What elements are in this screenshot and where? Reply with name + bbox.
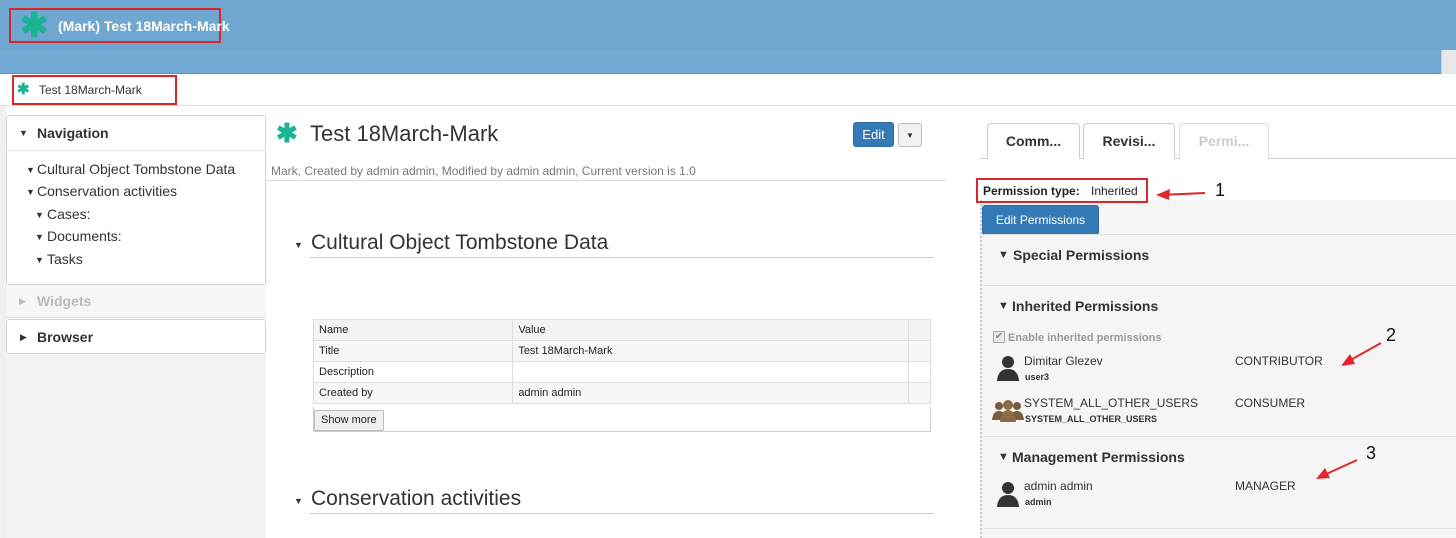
grid-header-value: Value — [512, 319, 909, 341]
permission-role: CONSUMER — [1235, 396, 1306, 410]
properties-grid: Name Value Title Test 18March-Mark Descr… — [312, 319, 932, 404]
app-toolbar-strip — [0, 50, 1456, 74]
caret-down-icon: ▼ — [35, 232, 44, 242]
grid-cell: Created by — [312, 382, 514, 404]
breadcrumb-object-icon: ✱ — [17, 81, 30, 98]
section-title-conservation: Conservation activities — [311, 487, 522, 510]
tab-comments[interactable]: Comm... — [987, 123, 1080, 159]
caret-down-icon[interactable]: ▼ — [294, 496, 303, 506]
section-divider — [984, 285, 1456, 286]
caret-down-icon: ▼ — [19, 128, 28, 138]
navigation-title: Navigation — [37, 125, 109, 141]
browser-title: Browser — [37, 329, 94, 345]
table-row[interactable]: Created by admin admin — [312, 382, 932, 404]
annotation-number-1: 1 — [1215, 180, 1226, 200]
grid-cell — [907, 382, 932, 404]
permission-user-name: admin admin — [1024, 479, 1093, 493]
caret-down-icon[interactable]: ▼ — [998, 249, 1009, 261]
toolbar-scrollbar[interactable] — [1441, 50, 1456, 74]
grid-cell: Description — [312, 361, 514, 383]
caret-down-icon: ▼ — [26, 165, 35, 175]
nav-item-conservation[interactable]: Conservation activities — [37, 183, 177, 199]
object-type-icon: ✱ — [20, 7, 49, 45]
grid-cell — [907, 361, 932, 383]
edit-options-dropdown[interactable]: ▼ — [898, 123, 922, 147]
breadcrumb-item[interactable]: Test 18March-Mark — [39, 83, 142, 97]
user-group-icon — [992, 400, 1024, 422]
caret-down-icon: ▼ — [35, 210, 44, 220]
page-title: Test 18March-Mark — [310, 121, 499, 146]
section-divider — [984, 234, 1456, 235]
grid-cell: Test 18March-Mark — [512, 340, 909, 362]
tab-permissions[interactable]: Permi... — [1179, 123, 1269, 160]
permission-role: CONTRIBUTOR — [1235, 354, 1323, 368]
section-divider — [310, 513, 934, 514]
section-divider — [310, 257, 934, 258]
table-row[interactable]: Description — [312, 361, 932, 383]
special-permissions-title: Special Permissions — [1013, 247, 1150, 263]
management-permissions-title: Management Permissions — [1012, 449, 1185, 465]
caret-down-icon: ▼ — [35, 255, 44, 265]
table-row[interactable]: Title Test 18March-Mark — [312, 340, 932, 362]
grid-cell: Title — [312, 340, 514, 362]
grid-header-row: Name Value — [312, 319, 932, 341]
user-icon — [997, 482, 1019, 507]
caret-down-icon[interactable]: ▼ — [294, 240, 303, 250]
annotation-number-2: 2 — [1386, 325, 1397, 345]
browser-panel-header[interactable]: ▶ Browser — [6, 319, 266, 354]
grid-cell — [907, 340, 932, 362]
edit-button[interactable]: Edit — [853, 122, 894, 147]
show-more-button[interactable]: Show more — [314, 410, 384, 431]
enable-inherited-checkbox[interactable]: ✔ — [993, 331, 1005, 343]
user-icon — [997, 356, 1019, 381]
permission-user-name: Dimitar Glezev — [1024, 354, 1103, 368]
widgets-panel-header[interactable]: ▶ Widgets — [6, 285, 266, 318]
section-divider — [984, 436, 1456, 437]
enable-inherited-label: Enable inherited permissions — [1008, 332, 1162, 344]
breadcrumb — [0, 75, 1456, 106]
chevron-down-icon: ▼ — [906, 130, 914, 140]
object-meta-info: Mark, Created by admin admin, Modified b… — [271, 164, 696, 178]
section-title-tombstone: Cultural Object Tombstone Data — [311, 231, 609, 254]
grid-footer — [313, 407, 931, 432]
object-type-icon: ✱ — [276, 118, 298, 148]
caret-right-icon: ▶ — [20, 332, 27, 342]
inherited-permissions-title: Inherited Permissions — [1012, 298, 1159, 314]
section-divider — [984, 528, 1456, 529]
caret-down-icon[interactable]: ▼ — [998, 300, 1009, 312]
permission-role: MANAGER — [1235, 479, 1296, 493]
grid-header-name: Name — [312, 319, 514, 341]
permission-group-id: SYSTEM_ALL_OTHER_USERS — [1025, 414, 1158, 424]
annotation-number-3: 3 — [1366, 443, 1377, 463]
header-divider — [266, 180, 946, 181]
permission-type-value: Inherited — [1091, 184, 1138, 198]
navigation-panel-header[interactable]: ▼ Navigation — [6, 115, 266, 151]
permission-user-id: admin — [1025, 497, 1052, 507]
caret-down-icon[interactable]: ▼ — [998, 451, 1009, 463]
permission-group-name: SYSTEM_ALL_OTHER_USERS — [1024, 396, 1199, 410]
grid-header-spacer — [907, 319, 932, 341]
grid-cell: admin admin — [512, 382, 909, 404]
nav-item-documents[interactable]: Documents: — [47, 228, 122, 244]
permission-type-label: Permission type: — [983, 184, 1080, 198]
nav-item-cases[interactable]: Cases: — [47, 206, 91, 222]
caret-right-icon: ▶ — [19, 296, 26, 306]
grid-cell — [512, 361, 909, 383]
permission-user-id: user3 — [1025, 372, 1050, 382]
nav-item-tasks[interactable]: Tasks — [47, 251, 83, 267]
edit-permissions-button[interactable]: Edit Permissions — [982, 205, 1099, 235]
tab-revisions[interactable]: Revisi... — [1083, 123, 1175, 159]
caret-down-icon: ▼ — [26, 187, 35, 197]
nav-item-tombstone[interactable]: Cultural Object Tombstone Data — [37, 161, 235, 177]
app-title: (Mark) Test 18March-Mark — [58, 18, 230, 34]
sidebar-empty-area — [6, 354, 266, 538]
widgets-title: Widgets — [37, 293, 92, 309]
